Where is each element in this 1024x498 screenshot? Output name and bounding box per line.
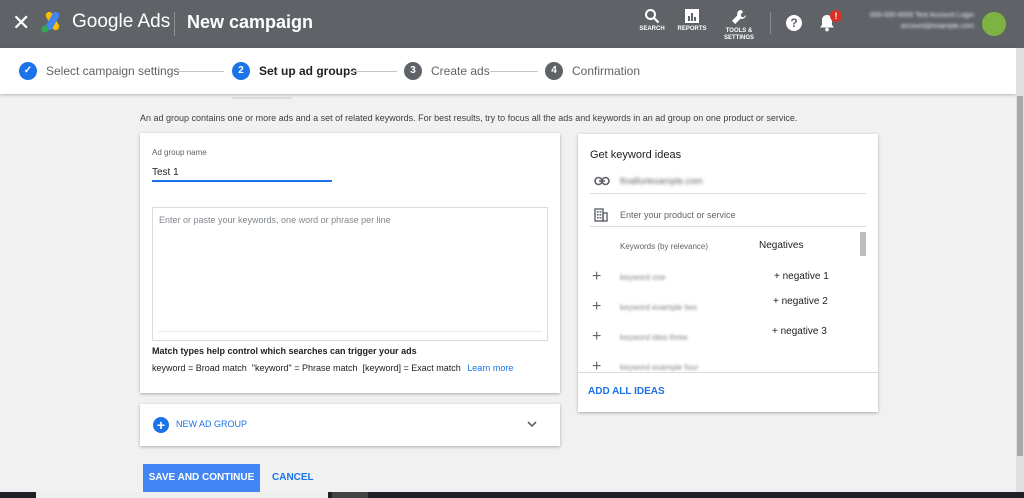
step-number: 3 — [404, 62, 422, 80]
add-negative-button[interactable]: + negative 3 — [772, 326, 827, 337]
search-tool-label: SEARCH — [639, 26, 665, 32]
ad-group-name-label: Ad group name — [152, 148, 207, 157]
match-types-text: keyword = Broad match "keyword" = Phrase… — [152, 363, 513, 373]
step-number: 4 — [545, 62, 563, 80]
ad-group-card: Ad group name Match types help control w… — [140, 133, 560, 393]
negatives-column-header: Negatives — [759, 240, 804, 251]
keywords-column-header: Keywords (by relevance) — [620, 242, 709, 251]
divider — [590, 193, 866, 194]
tools-settings-label: TOOLS & SETTINGS — [723, 28, 754, 41]
add-negative-button[interactable]: + negative 2 — [773, 296, 828, 307]
header-divider-2 — [770, 12, 771, 34]
reports-icon — [685, 9, 699, 23]
header-divider — [174, 12, 175, 36]
account-line-1: 000-000-0000 Test Account Login — [869, 12, 974, 19]
keywords-box — [152, 207, 548, 341]
wrench-icon — [732, 10, 746, 24]
search-tool-button[interactable]: SEARCH — [630, 8, 674, 33]
add-keyword-icon[interactable]: + — [592, 329, 601, 345]
step-connector — [349, 71, 397, 72]
divider — [578, 372, 878, 373]
landing-page-url[interactable]: finalfurlexample.com — [620, 176, 703, 186]
google-ads-logo — [41, 11, 60, 33]
keyword-idea-row: + keyword example four — [592, 359, 862, 373]
new-ad-group-label: NEW AD GROUP — [176, 419, 248, 429]
divider — [590, 226, 866, 227]
keyword-ideas-list: + keyword one + negative 1 + keyword exa… — [578, 264, 878, 373]
step-select-campaign-settings[interactable]: ✓ Select campaign settings — [19, 62, 179, 80]
keyword-idea-row: + keyword one + negative 1 — [592, 269, 862, 289]
new-ad-group-card[interactable]: + NEW AD GROUP — [140, 404, 560, 446]
add-keyword-icon[interactable]: + — [592, 299, 601, 315]
step-label: Confirmation — [572, 64, 641, 78]
reports-tool-label: REPORTS — [677, 26, 707, 32]
keyword-idea-text: keyword example four — [620, 363, 699, 372]
learn-more-link[interactable]: Learn more — [467, 363, 513, 373]
add-keyword-icon[interactable]: + — [592, 359, 601, 373]
add-keyword-icon[interactable]: + — [592, 269, 601, 285]
match-types-examples: keyword = Broad match "keyword" = Phrase… — [152, 363, 461, 373]
step-connector — [178, 71, 224, 72]
keyword-idea-text: keyword idea three — [620, 333, 688, 342]
step-number: 2 — [232, 62, 250, 80]
step-label: Set up ad groups — [259, 64, 358, 78]
step-set-up-ad-groups[interactable]: 2 Set up ad groups — [232, 62, 357, 80]
top-app-bar: ✕ Google Ads New campaign SEARCH REPORTS… — [0, 0, 1024, 48]
campaign-stepper: ✓ Select campaign settings 2 Set up ad g… — [0, 48, 1016, 94]
step-label: Create ads — [431, 64, 490, 78]
add-circle-icon: + — [153, 417, 169, 433]
ideas-scrollbar[interactable] — [860, 232, 866, 256]
ad-group-intro: An ad group contains one or more ads and… — [140, 113, 798, 123]
add-negative-button[interactable]: + negative 1 — [774, 271, 829, 282]
keywords-textarea[interactable] — [153, 208, 547, 340]
save-and-continue-button[interactable]: SAVE AND CONTINUE — [143, 464, 260, 492]
building-icon — [594, 208, 608, 222]
match-types-title: Match types help control which searches … — [152, 346, 417, 356]
keyword-ideas-title: Get keyword ideas — [590, 149, 682, 161]
search-icon — [645, 9, 660, 24]
step-create-ads[interactable]: 3 Create ads — [404, 62, 490, 80]
check-icon: ✓ — [19, 62, 37, 80]
keywords-divider — [158, 331, 542, 332]
cancel-button[interactable]: CANCEL — [272, 464, 314, 492]
step-confirmation[interactable]: 4 Confirmation — [545, 62, 640, 80]
chevron-down-icon[interactable] — [526, 418, 538, 430]
page-scrollbar-thumb[interactable] — [1017, 96, 1023, 456]
add-all-ideas-button[interactable]: ADD ALL IDEAS — [588, 386, 665, 397]
keyword-idea-text: keyword example two — [620, 303, 697, 312]
tools-settings-button[interactable]: TOOLS & SETTINGS — [717, 8, 761, 42]
close-icon[interactable]: ✕ — [12, 10, 30, 36]
avatar[interactable] — [982, 12, 1006, 36]
keyword-idea-text: keyword one — [620, 273, 666, 282]
keyword-idea-row: + keyword idea three + negative 3 — [592, 326, 862, 349]
help-icon[interactable]: ? — [786, 15, 802, 31]
keyword-ideas-panel: Get keyword ideas finalfurlexample.com K… — [578, 134, 878, 412]
account-info[interactable]: 000-000-0000 Test Account Login account@… — [848, 10, 974, 32]
link-icon — [594, 176, 610, 186]
notification-badge: ! — [830, 10, 842, 22]
step-connector — [490, 71, 538, 72]
step-label: Select campaign settings — [46, 64, 180, 78]
taskbar-segment — [332, 492, 368, 498]
brand-name: Google Ads — [72, 11, 171, 32]
keyword-idea-row: + keyword example two + negative 2 — [592, 296, 862, 319]
product-service-input[interactable] — [620, 208, 860, 222]
account-line-2: account@example.com — [900, 23, 974, 30]
os-taskbar — [0, 492, 1024, 498]
page-title: New campaign — [187, 12, 314, 32]
section-indicator — [232, 97, 292, 99]
reports-tool-button[interactable]: REPORTS — [670, 8, 714, 33]
taskbar-segment — [36, 492, 328, 498]
ad-group-name-input[interactable] — [152, 164, 332, 182]
